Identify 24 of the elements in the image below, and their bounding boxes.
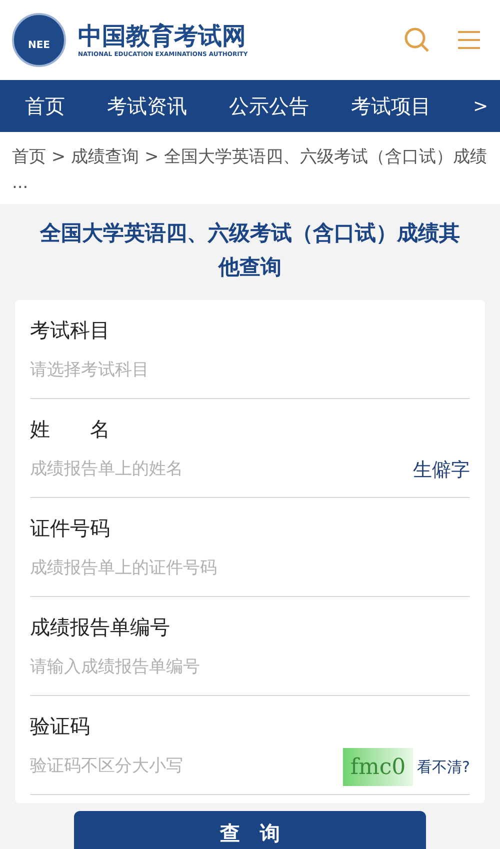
input-field[interactable]: 请输入成绩报告单编号: [30, 655, 470, 681]
input-field[interactable]: 成绩报告单上的姓名: [30, 457, 413, 483]
nav-link[interactable]: 考试项目: [351, 91, 431, 121]
rare-character-link[interactable]: 生僻字: [413, 456, 470, 484]
refresh-captcha-link[interactable]: 看不清?: [417, 756, 470, 778]
nav-link[interactable]: 公示公告: [229, 91, 309, 121]
submit-button[interactable]: 查 询: [74, 811, 426, 849]
field-label: 证件号码: [30, 515, 111, 542]
emblem-logo: NEE: [12, 13, 66, 67]
field-label: 姓 名: [30, 416, 111, 443]
nav-link[interactable]: 首页: [25, 91, 65, 121]
field-label: 验证码: [30, 713, 91, 740]
nav-link[interactable]: 考试资讯: [107, 91, 187, 121]
site-name: 中国教育考试网: [78, 22, 247, 50]
page-title: 全国大学英语四、六级考试（含口试）成绩其他查询: [38, 220, 461, 281]
input-field[interactable]: 验证码不区分大小写: [30, 754, 344, 780]
breadcrumb: 首页 > 成绩查询 > 全国大学英语四、六级考试（含口试）成绩 ...: [11, 146, 488, 195]
field-label: 成绩报告单编号: [30, 614, 171, 641]
nav-more[interactable]: >: [473, 92, 488, 120]
input-field[interactable]: 成绩报告单上的证件号码: [30, 556, 470, 582]
input-field[interactable]: 请选择考试科目: [30, 358, 470, 384]
field-label: 考试科目: [30, 317, 111, 344]
search-icon[interactable]: [404, 27, 430, 53]
menu-icon[interactable]: [458, 29, 480, 51]
